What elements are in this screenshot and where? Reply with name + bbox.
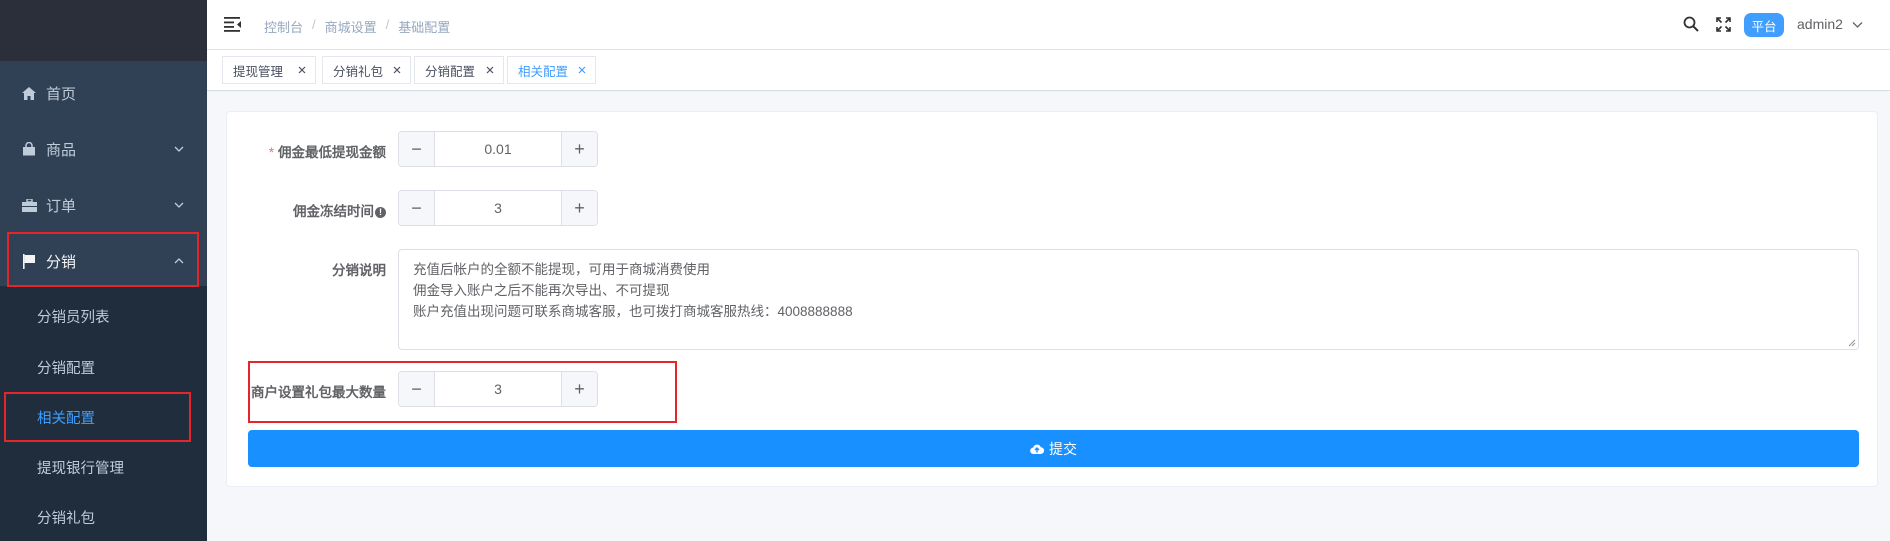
- highlight-box-related-config: [4, 392, 191, 442]
- min-withdraw-input[interactable]: 0.01: [435, 132, 561, 166]
- sidebar-item-label: 订单: [46, 197, 77, 215]
- submit-label: 提交: [1049, 440, 1077, 457]
- tags-view: 提现管理 分销礼包 分销配置 相关配置: [207, 50, 1890, 91]
- sidebar-item-orders[interactable]: 订单: [0, 177, 207, 233]
- tag-related-config[interactable]: 相关配置: [507, 56, 596, 84]
- search-icon[interactable]: [1683, 16, 1699, 32]
- sidebar-item-products[interactable]: 商品: [0, 121, 207, 177]
- info-icon[interactable]: !: [375, 207, 386, 218]
- increment-button[interactable]: +: [561, 132, 597, 166]
- submenu-item-gift-pack[interactable]: 分销礼包: [0, 492, 207, 541]
- close-icon[interactable]: [577, 65, 587, 75]
- description-line: 充值后帐户的全额不能提现，可用于商城消费使用: [413, 262, 710, 277]
- submenu-item-withdraw-bank[interactable]: 提现银行管理: [0, 442, 207, 492]
- required-mark: *: [268, 145, 274, 160]
- breadcrumb-separator: /: [385, 17, 390, 32]
- submit-button[interactable]: 提交: [248, 430, 1859, 467]
- increment-button[interactable]: +: [561, 191, 597, 225]
- sidebar-item-label: 首页: [46, 85, 77, 103]
- breadcrumb-item: 基础配置: [398, 20, 451, 35]
- tag-withdraw-management[interactable]: 提现管理: [222, 56, 316, 84]
- hamburger-icon[interactable]: [224, 16, 242, 32]
- chevron-down-icon[interactable]: [1852, 19, 1863, 30]
- tag-label: 分销礼包: [333, 64, 384, 79]
- highlight-box-distribution: [7, 232, 199, 287]
- min-withdraw-stepper: − 0.01 +: [398, 131, 598, 167]
- cloud-upload-icon: [1030, 444, 1044, 454]
- breadcrumb-item[interactable]: 商城设置: [325, 17, 377, 36]
- close-icon[interactable]: [485, 65, 495, 75]
- fullscreen-icon[interactable]: [1716, 17, 1731, 32]
- tag-gift-pack[interactable]: 分销礼包: [322, 56, 411, 84]
- close-icon[interactable]: [297, 65, 307, 75]
- chevron-down-icon: [174, 146, 184, 152]
- sidebar-item-label: 商品: [46, 141, 77, 159]
- breadcrumb-item[interactable]: 控制台: [264, 17, 303, 36]
- tag-label: 分销配置: [425, 64, 476, 79]
- bag-icon: [21, 141, 37, 157]
- tag-distribution-config[interactable]: 分销配置: [414, 56, 504, 84]
- top-navbar: 控制台 / 商城设置 / 基础配置 平台 admin2: [207, 0, 1890, 50]
- description-line: 佣金导入账户之后不能再次导出、不可提现: [413, 283, 670, 298]
- freeze-time-label: 佣金冻结时间!: [220, 200, 386, 220]
- tag-label: 相关配置: [518, 64, 569, 79]
- username-dropdown[interactable]: admin2: [1797, 16, 1843, 32]
- resize-handle-icon[interactable]: [1848, 339, 1856, 347]
- description-line: 账户充值出现问题可联系商城客服，也可拨打商城客服热线：4008888888: [413, 304, 853, 319]
- briefcase-icon: [21, 197, 37, 213]
- decrement-button[interactable]: −: [399, 191, 435, 225]
- min-withdraw-label: * 佣金最低提现金额: [268, 145, 386, 160]
- tag-label: 提现管理: [233, 64, 284, 79]
- home-icon: [21, 85, 37, 101]
- decrement-button[interactable]: −: [399, 132, 435, 166]
- submenu-item-distributor-list[interactable]: 分销员列表: [0, 291, 207, 341]
- submenu-item-distribution-config[interactable]: 分销配置: [0, 342, 207, 392]
- description-label: 分销说明: [332, 263, 386, 278]
- sidebar-item-home[interactable]: 首页: [0, 65, 207, 121]
- close-icon[interactable]: [392, 65, 402, 75]
- freeze-time-stepper: − 3 +: [398, 190, 598, 226]
- breadcrumb-separator: /: [312, 17, 316, 32]
- logo-area: [0, 0, 207, 61]
- freeze-time-input[interactable]: 3: [435, 191, 561, 225]
- breadcrumb: 控制台 / 商城设置 / 基础配置: [264, 17, 450, 36]
- description-textarea[interactable]: 充值后帐户的全额不能提现，可用于商城消费使用 佣金导入账户之后不能再次导出、不可…: [398, 249, 1859, 350]
- platform-badge: 平台: [1744, 13, 1784, 37]
- highlight-box-gift-max: [248, 361, 677, 423]
- chevron-down-icon: [174, 202, 184, 208]
